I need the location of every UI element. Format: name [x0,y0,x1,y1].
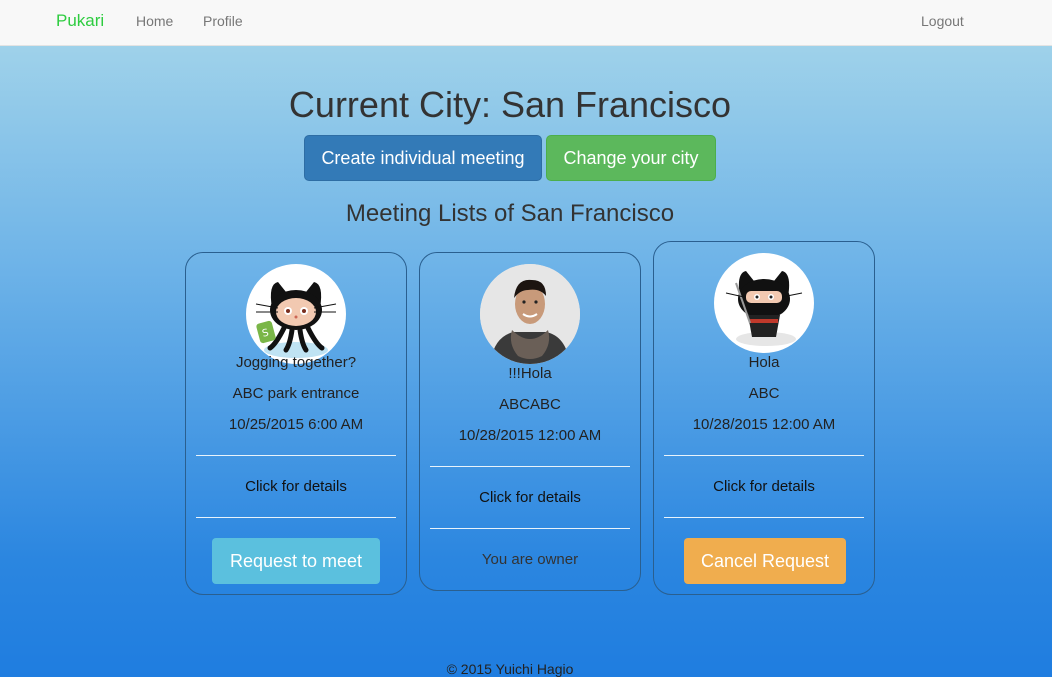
meeting-card[interactable]: !!!Hola ABCABC 10/28/2015 12:00 AM Click… [419,252,641,591]
meeting-datetime: 10/28/2015 12:00 AM [692,416,836,433]
divider [196,455,396,456]
brand-link[interactable]: Pukari [56,11,104,31]
details-link[interactable]: Click for details [420,489,640,506]
nav-profile-link[interactable]: Profile [203,13,243,29]
meeting-title: Hola [748,354,780,371]
meeting-card[interactable]: S Jogging together? ABC park entrance 10… [185,252,407,595]
meeting-card[interactable]: Hola ABC 10/28/2015 12:00 AM Click for d… [653,241,875,595]
page-title: Current City: San Francisco [288,84,732,125]
meeting-place: ABCABC [499,396,561,413]
owner-status: You are owner [481,551,579,568]
nav-home-link[interactable]: Home [136,13,173,29]
octocat-avatar: S [246,264,346,364]
divider [664,517,864,518]
nav-logout-link[interactable]: Logout [921,13,964,29]
details-link[interactable]: Click for details [186,478,406,495]
change-city-button[interactable]: Change your city [546,135,716,181]
divider [196,517,396,518]
user-photo-avatar [480,264,580,364]
request-to-meet-button[interactable]: Request to meet [212,538,380,584]
navbar: Pukari Home Profile Logout [0,0,1052,46]
meeting-title: Jogging together? [235,354,357,371]
footer-copyright: © 2015 Yuichi Hagio [446,661,574,677]
ninja-octocat-avatar [714,253,814,353]
divider [430,466,630,467]
meeting-place: ABC [748,385,780,402]
details-link[interactable]: Click for details [654,478,874,495]
cancel-request-button[interactable]: Cancel Request [684,538,846,584]
divider [664,455,864,456]
meeting-place: ABC park entrance [232,385,360,402]
section-title: Meeting Lists of San Francisco [345,200,675,227]
meeting-datetime: 10/28/2015 12:00 AM [458,427,602,444]
create-meeting-button[interactable]: Create individual meeting [304,135,542,181]
meeting-datetime: 10/25/2015 6:00 AM [228,416,364,433]
meeting-title: !!!Hola [508,365,552,382]
divider [430,528,630,529]
